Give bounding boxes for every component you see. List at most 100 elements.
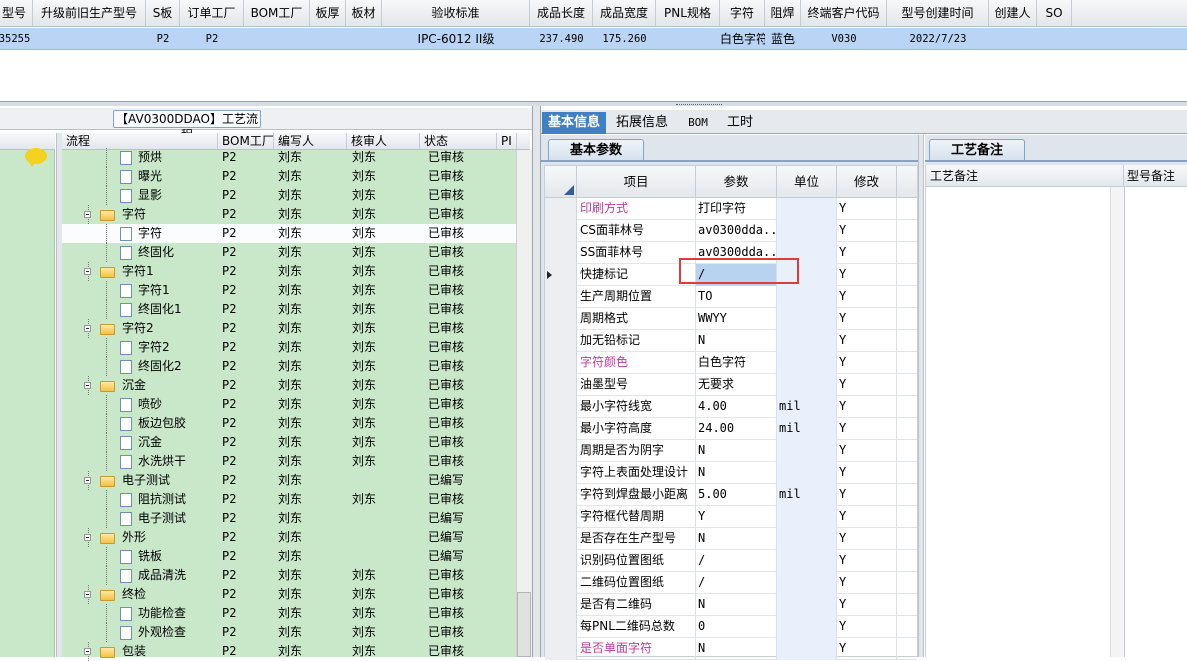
param-value[interactable]: 4.00 — [696, 396, 777, 418]
collapse-toggle-icon[interactable] — [84, 591, 91, 598]
tree-row[interactable]: 铣板 P2 刘东 已编写 — [62, 547, 516, 566]
top-col-header[interactable]: S板 — [146, 0, 180, 26]
right-vsplitter[interactable] — [918, 135, 924, 657]
top-cell[interactable]: IPC-6012 II级 — [382, 28, 530, 49]
process-tree[interactable]: 预烘 P2 刘东 刘东 已审核 曝光 P2 刘东 刘东 已审核 显影 P2 刘东 刘东 已审核 字符 P2 刘东刘… — [62, 148, 516, 661]
param-value[interactable]: 24.00 — [696, 418, 777, 440]
param-row[interactable]: 最小字符高度 24.00 mil Y — [545, 418, 917, 440]
param-row[interactable]: 油墨型号 无要求 Y — [545, 374, 917, 396]
top-cell[interactable]: 237.490 — [530, 28, 593, 49]
tree-row[interactable]: 阻抗测试 P2 刘东 刘东 已审核 — [62, 490, 516, 509]
param-value[interactable]: av0300dda... — [696, 220, 777, 242]
param-row[interactable]: 识别码位置图纸 / Y — [545, 550, 917, 572]
tab-hours[interactable]: 工时 — [721, 112, 759, 134]
param-row[interactable]: 加无铅标记 N Y — [545, 330, 917, 352]
top-col-header[interactable]: PNL规格 — [656, 0, 720, 26]
top-col-header[interactable]: 终端客户代码 — [801, 0, 887, 26]
tree-row[interactable]: 成品清洗 P2 刘东 刘东 已审核 — [62, 566, 516, 585]
param-value[interactable]: / — [696, 550, 777, 572]
param-value[interactable]: / — [696, 572, 777, 594]
top-cell[interactable]: P2 — [180, 28, 244, 49]
param-value[interactable]: WWYY — [696, 308, 777, 330]
param-modify[interactable]: Y — [837, 330, 897, 352]
param-value[interactable]: TO — [696, 286, 777, 308]
top-col-header[interactable]: 板厚 — [310, 0, 346, 26]
tree-row[interactable]: 功能检查 P2 刘东 刘东 已审核 — [62, 604, 516, 623]
param-row[interactable]: 是否有二维码 N Y — [545, 594, 917, 616]
param-row[interactable]: 生产周期位置 TO Y — [545, 286, 917, 308]
tab-bom[interactable]: BOM — [679, 112, 717, 134]
top-cell[interactable]: P2 — [146, 28, 180, 49]
tree-row[interactable]: 字符1 P2 刘东 刘东 已审核 — [62, 262, 516, 281]
tree-col-header[interactable]: 核审人 — [347, 133, 420, 149]
param-modify[interactable]: Y — [837, 308, 897, 330]
param-modify[interactable]: Y — [837, 594, 897, 616]
tree-col-header[interactable]: 流程 — [62, 133, 218, 149]
top-cell[interactable] — [33, 28, 146, 49]
notes-grid[interactable]: 工艺备注 型号备注 — [925, 165, 1187, 657]
tree-row[interactable]: 曝光 P2 刘东 刘东 已审核 — [62, 167, 516, 186]
top-cell[interactable] — [244, 28, 310, 49]
tab-basic-info[interactable]: 基本信息 — [542, 112, 606, 134]
notes-col-process[interactable]: 工艺备注 — [926, 165, 1124, 186]
param-value[interactable]: 0 — [696, 616, 777, 638]
tree-row[interactable]: 字符 P2 刘东 刘东 已审核 — [62, 205, 516, 224]
top-cell[interactable]: 175.260 — [593, 28, 656, 49]
param-value[interactable]: N — [696, 462, 777, 484]
top-cell[interactable]: 35255 — [0, 28, 33, 49]
param-modify[interactable]: Y — [837, 506, 897, 528]
tree-row[interactable]: 字符2 P2 刘东 刘东 已审核 — [62, 319, 516, 338]
param-row[interactable]: 字符颜色 白色字符 Y — [545, 352, 917, 374]
top-grid-selected-row[interactable]: 35255 P2 P2 IPC-6012 II级 237.490 175.260 白色字符蓝… — [0, 28, 1187, 50]
collapse-toggle-icon[interactable] — [84, 534, 91, 541]
param-row[interactable]: 二维码位置图纸 / Y — [545, 572, 917, 594]
top-cell[interactable] — [346, 28, 382, 49]
tree-row[interactable]: 电子测试 P2 刘东 已编写 — [62, 471, 516, 490]
param-row[interactable]: 字符上表面处理设计 N Y — [545, 462, 917, 484]
param-modify[interactable]: Y — [837, 220, 897, 242]
param-modify[interactable]: Y — [837, 484, 897, 506]
param-row[interactable]: 印刷方式 打印字符 Y — [545, 198, 917, 220]
param-modify[interactable]: Y — [837, 572, 897, 594]
top-col-header[interactable]: 升级前旧生产型号 — [33, 0, 146, 26]
param-modify[interactable]: Y — [837, 528, 897, 550]
param-row[interactable]: 每PNL二维码总数 0 Y — [545, 616, 917, 638]
tree-row[interactable]: 外形 P2 刘东 已编写 — [62, 528, 516, 547]
param-col-unit[interactable]: 单位 — [777, 166, 837, 197]
top-col-header[interactable]: 成品长度 — [530, 0, 593, 26]
tree-row[interactable]: 终固化 P2 刘东 刘东 已审核 — [62, 243, 516, 262]
top-cell[interactable] — [310, 28, 346, 49]
top-col-header[interactable]: 型号 — [0, 0, 33, 26]
param-value[interactable]: N — [696, 330, 777, 352]
param-modify[interactable]: Y — [837, 264, 897, 286]
top-col-header[interactable]: 型号创建时间 — [887, 0, 989, 26]
top-cell[interactable] — [989, 28, 1037, 49]
collapse-toggle-icon[interactable] — [84, 325, 91, 332]
tree-row[interactable]: 终固化1 P2 刘东 刘东 已审核 — [62, 300, 516, 319]
param-value[interactable]: 打印字符 — [696, 198, 777, 220]
top-col-header[interactable]: 阻焊 — [765, 0, 801, 26]
notes-col-model[interactable]: 型号备注 — [1124, 165, 1187, 186]
collapse-toggle-icon[interactable] — [84, 382, 91, 389]
param-value[interactable]: 无要求 — [696, 374, 777, 396]
splitter-grip[interactable] — [676, 104, 722, 110]
tree-row[interactable]: 沉金 P2 刘东 刘东 已审核 — [62, 433, 516, 452]
param-modify[interactable]: Y — [837, 198, 897, 220]
tree-scrollbar[interactable] — [516, 150, 532, 657]
param-row[interactable]: 周期格式 WWYY Y — [545, 308, 917, 330]
tree-row[interactable]: 电子测试 P2 刘东 已编写 — [62, 509, 516, 528]
main-vsplitter[interactable] — [532, 106, 541, 657]
top-cell[interactable] — [1037, 28, 1072, 49]
param-value[interactable]: N — [696, 594, 777, 616]
tree-col-header[interactable]: 编写人 — [274, 133, 347, 149]
param-value[interactable]: N — [696, 440, 777, 462]
param-col-value[interactable]: 参数 — [696, 166, 777, 197]
param-modify[interactable]: Y — [837, 396, 897, 418]
param-modify[interactable]: Y — [837, 462, 897, 484]
param-value[interactable]: 白色字符 — [696, 352, 777, 374]
param-modify[interactable]: Y — [837, 374, 897, 396]
tree-row[interactable]: 外观检查 P2 刘东 刘东 已审核 — [62, 623, 516, 642]
tree-row[interactable]: 终固化2 P2 刘东 刘东 已审核 — [62, 357, 516, 376]
top-col-header[interactable]: 订单工厂 — [180, 0, 244, 26]
top-cell[interactable]: 2022/7/23 — [887, 28, 989, 49]
